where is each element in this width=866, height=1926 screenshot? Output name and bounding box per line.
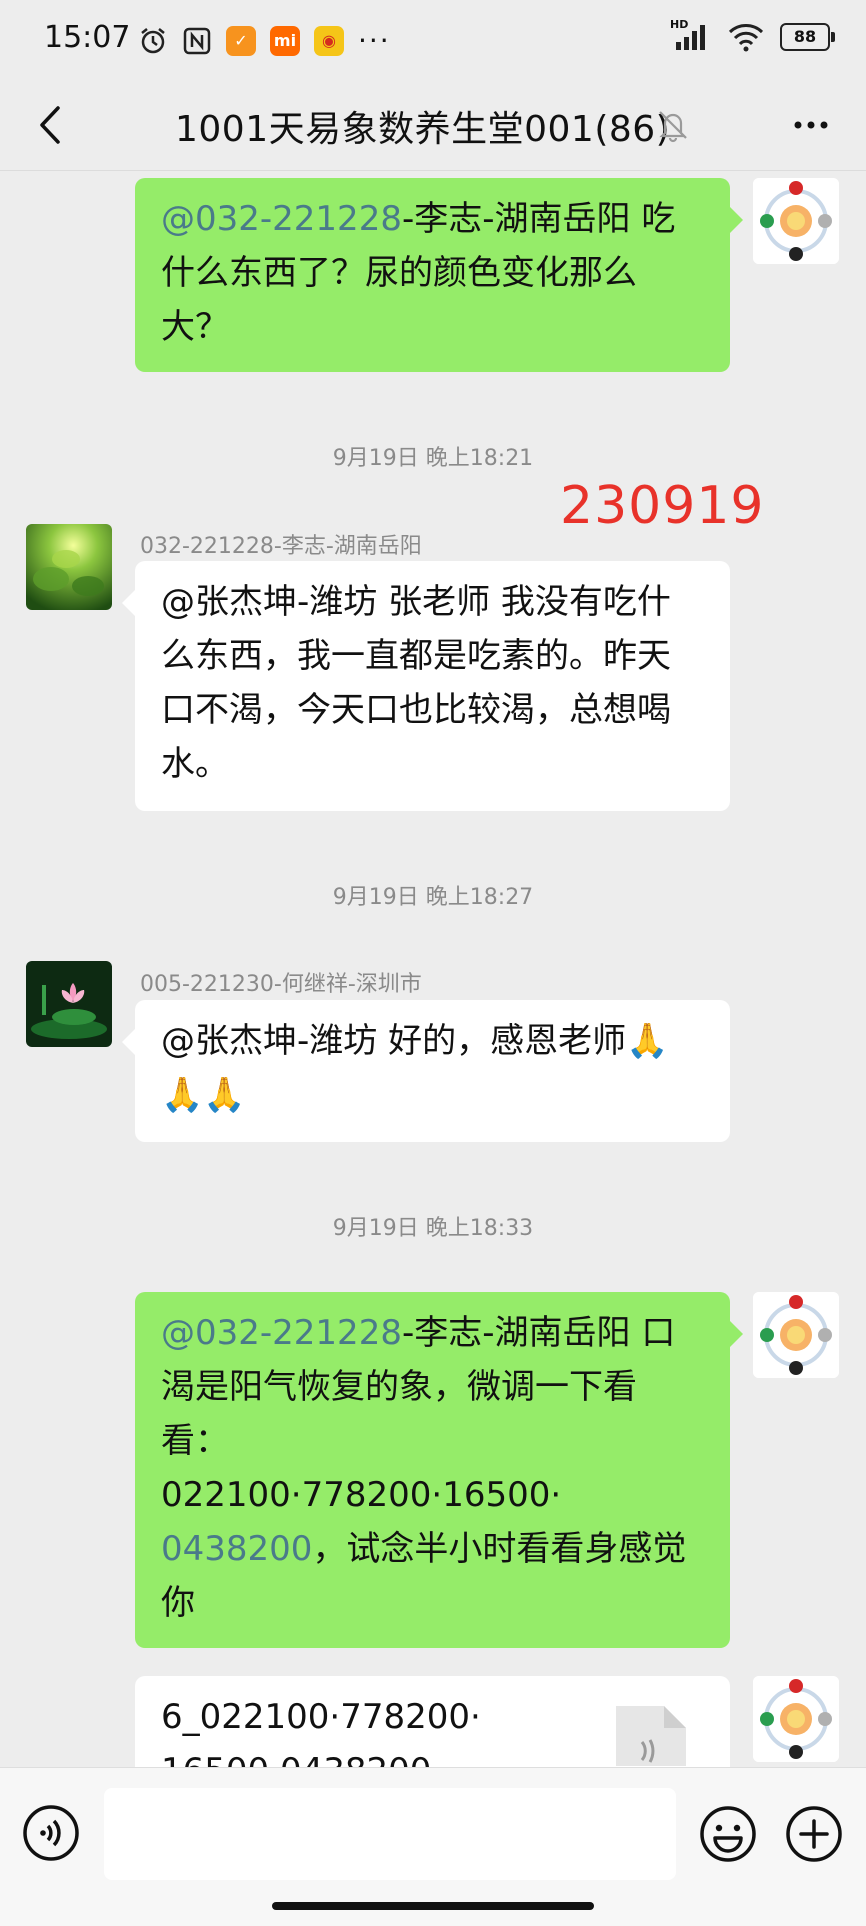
chat-header: 1001天易象数养生堂001(86) xyxy=(0,80,866,171)
sender-name: 032-221228-李志-湖南岳阳 xyxy=(140,534,422,559)
alarm-icon xyxy=(141,27,165,53)
bell-off-icon xyxy=(659,111,687,143)
nfc-icon xyxy=(183,27,211,54)
message-bubble-other[interactable]: @张杰坤-潍坊 好的，感恩老师🙏🙏🙏 xyxy=(122,1000,730,1142)
avatar-sender[interactable] xyxy=(26,961,112,1047)
message-bubble-self[interactable]: @032-221228-李志-湖南岳阳 口渴是阳气恢复的象，微调一下看看： 02… xyxy=(135,1292,743,1648)
wifi-icon xyxy=(728,24,764,52)
message-text: @张杰坤-潍坊 好的，感恩老师🙏🙏🙏 xyxy=(161,1021,669,1115)
file-name: 6_022100·778200· xyxy=(161,1697,481,1737)
more-dots-icon[interactable] xyxy=(786,102,836,148)
emoji-icon[interactable] xyxy=(698,1804,758,1864)
avatar-sender[interactable] xyxy=(26,524,112,610)
message-text: @张杰坤-潍坊 张老师 我没有吃什么东西，我一直都是吃素的。昨天口不渴，今天口也… xyxy=(161,582,671,784)
more-dots-icon: ··· xyxy=(358,24,391,57)
signal-icon: HD xyxy=(670,18,712,52)
voice-icon[interactable] xyxy=(22,1804,80,1862)
message-timestamp: 9月19日 晚上18:21 xyxy=(332,446,534,471)
mention-link[interactable]: @032-221228 xyxy=(161,199,402,239)
weibo-icon: ◉ xyxy=(314,25,344,56)
plus-icon[interactable] xyxy=(784,1804,844,1864)
avatar-self[interactable] xyxy=(753,1292,839,1378)
app-orange-icon: ✓ xyxy=(226,25,256,56)
audio-file-icon xyxy=(616,1706,686,1766)
avatar-self[interactable] xyxy=(753,1676,839,1762)
home-indicator[interactable] xyxy=(272,1902,594,1910)
status-left-icons: ✓ mi ◉ ··· xyxy=(138,24,391,57)
message-bubble-other[interactable]: @张杰坤-潍坊 张老师 我没有吃什么东西，我一直都是吃素的。昨天口不渴，今天口也… xyxy=(122,561,730,811)
status-bar: 15:07 ✓ mi ◉ ··· HD 88 xyxy=(0,0,866,80)
avatar-self[interactable] xyxy=(753,178,839,264)
message-timestamp: 9月19日 晚上18:27 xyxy=(332,885,534,910)
number-link[interactable]: 0438200 xyxy=(161,1529,312,1569)
status-right-icons: HD 88 xyxy=(670,18,835,52)
mention-link[interactable]: @032-221228 xyxy=(161,1313,402,1353)
handwritten-annotation: 230919 xyxy=(560,476,765,536)
message-timestamp: 9月19日 晚上18:33 xyxy=(332,1216,534,1241)
sender-name: 005-221230-何继祥-深圳市 xyxy=(140,972,422,997)
message-input[interactable] xyxy=(104,1788,676,1880)
battery-indicator: 88 xyxy=(780,23,835,51)
chevron-left-icon[interactable] xyxy=(28,98,78,152)
status-time: 15:07 xyxy=(44,20,131,55)
mi-icon: mi xyxy=(270,25,300,56)
message-bubble-self[interactable]: @032-221228-李志-湖南岳阳 吃什么东西了？尿的颜色变化那么大？ xyxy=(135,178,743,372)
code-sequence: 022100·778200·16500· xyxy=(161,1475,562,1515)
network-type: HD xyxy=(670,18,689,31)
chat-title: 1001天易象数养生堂001(86) xyxy=(175,109,671,150)
